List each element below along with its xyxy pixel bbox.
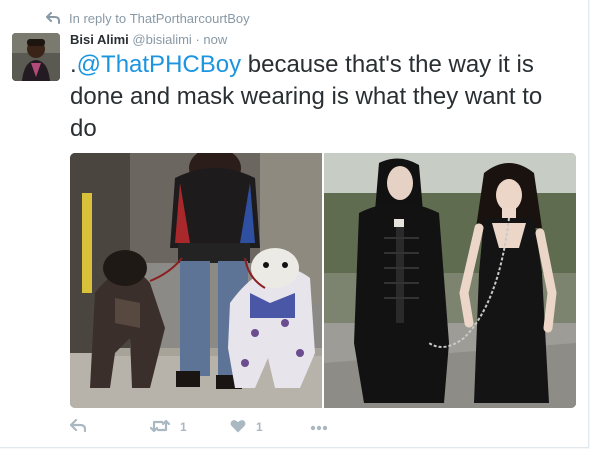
avatar[interactable] [12, 33, 60, 81]
retweet-count: 1 [180, 420, 187, 434]
photo-right[interactable] [324, 153, 576, 408]
header-separator: · [195, 32, 200, 47]
mention-link[interactable]: @ThatPHCBoy [77, 51, 241, 78]
retweet-button[interactable]: 1 [149, 419, 230, 436]
author-name[interactable]: Bisi Alimi [70, 32, 129, 47]
tweet-text-prefix: . [70, 51, 77, 78]
reply-button[interactable] [69, 418, 150, 435]
tweet-text: .@ThatPHCBoy because that's the way it i… [70, 49, 575, 145]
heart-icon [230, 419, 246, 436]
reply-context-user-link[interactable]: ThatPortharcourtBoy [130, 11, 250, 26]
reply-icon [69, 418, 87, 435]
tweet-card: In reply to ThatPortharcourtBoy Bisi Ali… [0, 0, 589, 448]
tweet-actions: 1 1 [69, 418, 328, 436]
retweet-icon [149, 419, 171, 436]
tweet-timestamp[interactable]: now [203, 32, 227, 47]
media-grid [70, 153, 576, 408]
tweet-header: Bisi Alimi @bisialimi · now [70, 31, 227, 49]
reply-arrow-icon [46, 12, 60, 24]
like-button[interactable]: 1 [230, 419, 310, 436]
author-handle[interactable]: @bisialimi [132, 32, 191, 47]
more-button[interactable] [310, 420, 328, 434]
reply-context-prefix: In reply to [69, 10, 127, 26]
photo-left[interactable] [70, 153, 322, 408]
more-icon [310, 420, 328, 434]
like-count: 1 [256, 420, 263, 434]
reply-context: In reply to ThatPortharcourtBoy [46, 9, 250, 27]
